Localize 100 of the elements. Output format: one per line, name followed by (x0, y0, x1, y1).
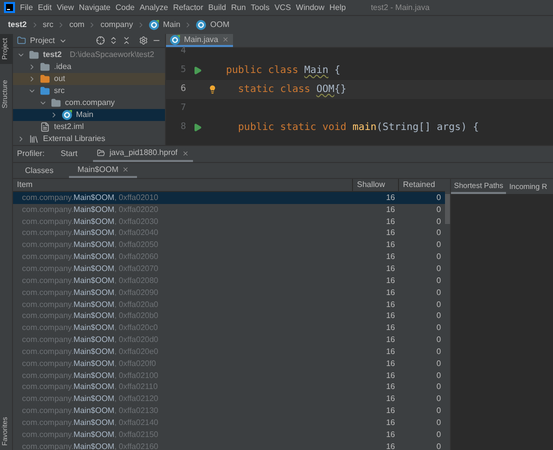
breadcrumb-item[interactable]: src (42, 19, 54, 31)
column-header[interactable]: Retained (399, 179, 445, 191)
tree-item[interactable]: com.company (13, 97, 165, 109)
tree-item[interactable]: src (13, 85, 165, 97)
table-cell-text: 0 (436, 440, 442, 450)
breadcrumb-item[interactable]: com (69, 19, 84, 31)
table-cell-text: 16 (385, 370, 396, 382)
run-icon[interactable] (192, 66, 202, 75)
table-cell-text: 16 (385, 286, 396, 299)
table-cell-text: 16 (385, 192, 396, 204)
module-path: D:\ideaSpcaework\test2 (70, 49, 154, 61)
library-icon (29, 134, 39, 144)
window-title: test2 - Main.java (370, 2, 430, 14)
column-header[interactable]: Shallow (353, 179, 399, 191)
menu-item[interactable]: Analyze (140, 2, 168, 14)
table-cell-text: 16 (385, 428, 396, 441)
panel-icon (17, 36, 26, 45)
line-number: 4 (180, 44, 186, 58)
table-cell-text: 16 (385, 227, 396, 240)
profiler-tab[interactable]: Start (56, 146, 82, 162)
code-text: public class Main { (226, 64, 340, 78)
tree-label: src (54, 85, 65, 97)
table-cell-text: 0 (436, 358, 442, 370)
class-icon (196, 20, 206, 30)
menu-item[interactable]: Refactor (173, 2, 204, 14)
close-icon[interactable] (222, 36, 230, 43)
code-text: static class OOM{} (237, 83, 346, 97)
tree-label: com.company (65, 97, 115, 109)
menu-item[interactable]: Run (231, 2, 246, 14)
code-text: public static void main(String[] args) { (237, 121, 479, 135)
table-cell-text: 0 (436, 227, 442, 240)
folder-icon (40, 74, 50, 84)
tree-item[interactable]: test2.iml (13, 121, 165, 133)
breadcrumb-item[interactable]: OOM (210, 19, 230, 31)
table-cell-text: 16 (385, 381, 396, 394)
editor-tab[interactable]: Main.java (166, 34, 234, 47)
table-cell-text: 0 (436, 286, 442, 299)
table-cell-text: 0 (436, 370, 442, 382)
table-cell-text: 0 (436, 334, 442, 346)
locate-icon[interactable] (96, 36, 105, 45)
class-icon (62, 110, 72, 120)
tree-item[interactable]: External Libraries (13, 133, 165, 145)
menu-item[interactable]: File (20, 2, 33, 14)
app-logo-icon (4, 2, 15, 13)
table-cell-text: 16 (385, 310, 396, 322)
table-cell-text: 0 (436, 274, 442, 287)
panel-title[interactable]: Project (30, 34, 55, 46)
table-cell-text: 0 (436, 322, 442, 334)
table-cell-text: 16 (385, 346, 396, 358)
breadcrumb-item[interactable]: Main (162, 19, 180, 31)
tree-label: out (54, 73, 66, 85)
run-icon[interactable] (192, 123, 202, 132)
table-row[interactable]: com.company.Main$OOM, 0xffa02010 16 0 (13, 192, 445, 204)
table-cell-text: 0 (436, 204, 442, 216)
line-number: 8 (180, 120, 186, 134)
menu-item[interactable]: VCS (274, 2, 291, 14)
table-cell-text: 0 (436, 346, 442, 358)
table-cell-text: 16 (385, 239, 396, 252)
expand-all-icon[interactable] (109, 36, 118, 45)
package-icon (51, 98, 61, 108)
table-cell-text: 16 (385, 405, 396, 418)
menu-item[interactable]: Help (329, 2, 346, 14)
menu-item[interactable]: Edit (38, 2, 52, 14)
menu-item[interactable]: Tools (250, 2, 270, 14)
menu-item[interactable]: Code (115, 2, 135, 14)
table-cell-text: 0 (436, 416, 442, 429)
menu-item[interactable]: Navigate (78, 2, 110, 14)
class-icon (170, 34, 180, 44)
menu-item[interactable]: Window (296, 2, 324, 14)
module-folder-icon (29, 50, 39, 60)
breadcrumb-item[interactable]: test2 (8, 19, 27, 31)
tree-label: .idea (54, 61, 72, 73)
close-icon[interactable] (182, 150, 189, 156)
scrollbar[interactable] (445, 194, 450, 224)
close-icon[interactable] (122, 166, 130, 173)
table-cell-text: 16 (385, 358, 396, 370)
table-cell-text: 0 (436, 262, 442, 275)
tree-item[interactable]: test2 D:\ideaSpcaework\test2 (13, 49, 165, 61)
table-cell-text: 0 (436, 298, 442, 311)
table-cell-text: 16 (385, 251, 396, 264)
tree-item[interactable]: out (13, 73, 165, 85)
class-tab[interactable]: Classes (17, 163, 62, 178)
menu-item[interactable]: Build (208, 2, 226, 14)
profiler-label: Profiler: (17, 148, 45, 160)
breadcrumb-item[interactable]: company (100, 19, 133, 31)
table-cell-text: 16 (385, 216, 396, 228)
settings-icon[interactable] (139, 36, 148, 45)
column-header[interactable]: Item (13, 179, 353, 191)
tree-item[interactable]: .idea (13, 61, 165, 73)
table-cell-text: 0 (436, 428, 442, 441)
table-cell-text: 16 (385, 334, 396, 346)
expand-icon[interactable] (17, 135, 25, 143)
table-cell-text: 0 (436, 393, 442, 406)
collapse-all-icon[interactable] (122, 36, 131, 45)
table-cell-text: 0 (436, 405, 442, 418)
menu-item[interactable]: View (56, 2, 74, 14)
folder-icon (97, 149, 106, 157)
tree-item[interactable]: Main (13, 109, 165, 121)
line-number: 5 (180, 64, 186, 77)
bulb-icon[interactable] (208, 85, 217, 94)
